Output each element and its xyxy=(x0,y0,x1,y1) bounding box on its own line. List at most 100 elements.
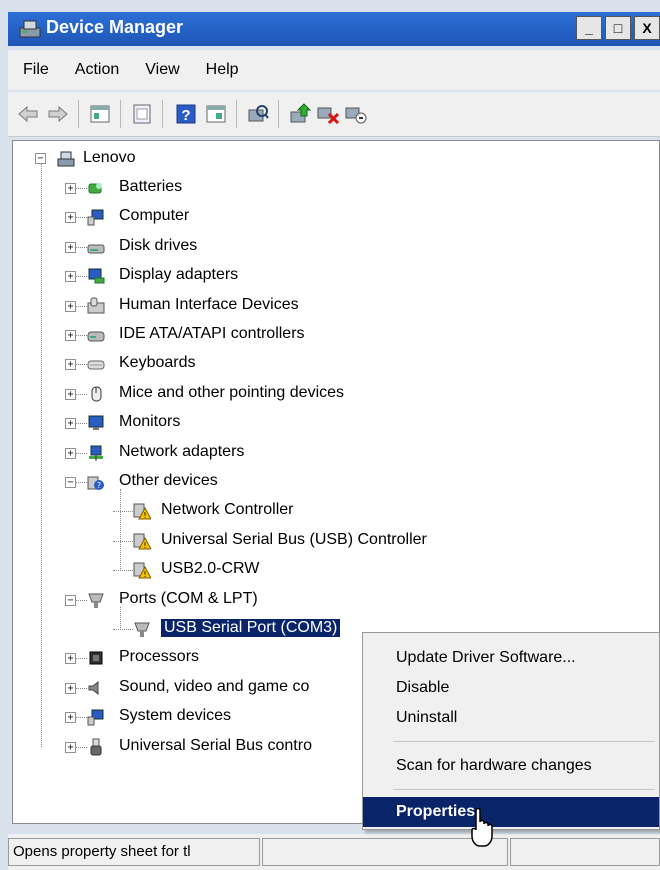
expand-toggle[interactable]: + xyxy=(65,683,76,694)
tree-connector xyxy=(113,541,133,542)
expand-toggle[interactable]: + xyxy=(65,418,76,429)
window-title: Device Manager xyxy=(46,17,184,37)
tree-item-label[interactable]: Display adapters xyxy=(119,266,238,284)
tree-item-label[interactable]: Network Controller xyxy=(161,501,293,519)
warning-device-icon: ! xyxy=(133,562,151,579)
expand-toggle[interactable]: + xyxy=(65,271,76,282)
system-device-icon xyxy=(87,709,104,726)
menu-action[interactable]: Action xyxy=(64,61,130,79)
tree-item-label[interactable]: IDE ATA/ATAPI controllers xyxy=(119,325,305,343)
tree-item-label[interactable]: Universal Serial Bus (USB) Controller xyxy=(161,531,427,549)
menu-scan-hardware-changes[interactable]: Scan for hardware changes xyxy=(363,751,659,781)
menu-view[interactable]: View xyxy=(134,61,190,79)
tree-connector xyxy=(113,629,133,630)
sound-icon xyxy=(88,680,99,696)
menu-separator xyxy=(393,789,655,790)
tree-connector xyxy=(76,306,87,307)
expand-toggle[interactable]: + xyxy=(65,242,76,253)
tree-item-label[interactable]: Human Interface Devices xyxy=(119,296,299,314)
tree-item-label[interactable]: Computer xyxy=(119,207,189,225)
tree-connector xyxy=(76,217,87,218)
back-arrow-icon[interactable] xyxy=(16,102,40,126)
display-adapter-icon xyxy=(88,268,105,284)
battery-icon xyxy=(88,183,102,194)
minimize-button[interactable]: _ xyxy=(576,16,602,40)
menu-uninstall[interactable]: Uninstall xyxy=(363,703,659,733)
forward-arrow-icon[interactable] xyxy=(46,102,70,126)
tree-connector xyxy=(76,364,87,365)
expand-toggle[interactable]: − xyxy=(65,595,76,606)
disable-icon[interactable] xyxy=(344,102,368,126)
menu-bar: File Action View Help xyxy=(8,50,660,90)
update-driver-icon[interactable] xyxy=(288,102,312,126)
toolbar-separator xyxy=(236,100,237,128)
tree-connector xyxy=(113,570,133,571)
tree-item-label[interactable]: Universal Serial Bus contro xyxy=(119,737,312,755)
expand-toggle[interactable]: + xyxy=(65,448,76,459)
maximize-button[interactable]: □ xyxy=(605,16,631,40)
expand-toggle[interactable]: − xyxy=(65,477,76,488)
disk-icon xyxy=(87,244,105,254)
tree-connector xyxy=(76,482,87,483)
processor-icon xyxy=(89,651,103,665)
warning-device-icon: ! xyxy=(133,533,151,550)
tree-item-label[interactable]: USB2.0-CRW xyxy=(161,560,259,578)
keyboard-icon xyxy=(87,360,105,370)
context-menu: Update Driver Software... Disable Uninst… xyxy=(362,632,660,830)
expand-toggle[interactable]: + xyxy=(65,653,76,664)
expand-toggle[interactable]: + xyxy=(65,712,76,723)
network-adapter-icon xyxy=(89,445,103,461)
menu-properties[interactable]: Properties xyxy=(363,797,659,827)
device-manager-app-icon xyxy=(19,20,41,38)
computer-root-icon xyxy=(57,151,75,167)
tree-item-label[interactable]: Monitors xyxy=(119,413,180,431)
menu-disable[interactable]: Disable xyxy=(363,673,659,703)
status-bar: Opens property sheet for tl xyxy=(8,834,660,870)
tree-connector xyxy=(76,600,87,601)
title-bar[interactable]: Device Manager _ □ X xyxy=(8,12,660,46)
tree-item-label[interactable]: Sound, video and game co xyxy=(119,678,309,696)
collapse-toggle-root[interactable]: − xyxy=(35,153,46,164)
properties-sheet-icon[interactable] xyxy=(88,102,112,126)
expand-toggle[interactable]: + xyxy=(65,301,76,312)
port-icon xyxy=(88,593,104,608)
expand-toggle[interactable]: + xyxy=(65,389,76,400)
tree-item-label[interactable]: Network adapters xyxy=(119,443,244,461)
tree-connector xyxy=(76,717,87,718)
menu-help[interactable]: Help xyxy=(195,61,250,79)
menu-update-driver-software[interactable]: Update Driver Software... xyxy=(363,643,659,673)
help-icon[interactable]: ? xyxy=(174,102,198,126)
computer-icon xyxy=(87,209,104,226)
window-icon[interactable] xyxy=(130,102,154,126)
expand-toggle[interactable]: + xyxy=(65,212,76,223)
ide-icon xyxy=(87,331,105,342)
tree-item-label[interactable]: Keyboards xyxy=(119,354,196,372)
tree-item-label[interactable]: Disk drives xyxy=(119,237,197,255)
close-button[interactable]: X xyxy=(634,16,660,40)
tree-connector xyxy=(76,658,87,659)
expand-toggle[interactable]: + xyxy=(65,742,76,753)
expand-toggle[interactable]: + xyxy=(65,359,76,370)
status-cell-main: Opens property sheet for tl xyxy=(8,838,260,866)
tree-item-label[interactable]: Batteries xyxy=(119,178,182,196)
toolbar-separator xyxy=(78,100,79,128)
tree-item-label[interactable]: Mice and other pointing devices xyxy=(119,384,344,402)
uninstall-icon[interactable] xyxy=(316,102,340,126)
monitor-icon xyxy=(88,415,104,430)
menu-file[interactable]: File xyxy=(12,61,60,79)
details-icon[interactable] xyxy=(204,102,228,126)
tree-root-label[interactable]: Lenovo xyxy=(83,149,136,167)
tree-connector xyxy=(76,188,87,189)
svg-text:!: ! xyxy=(143,570,146,579)
tree-connector xyxy=(120,607,121,630)
expand-toggle[interactable]: + xyxy=(65,330,76,341)
tree-item-label[interactable]: Ports (COM & LPT) xyxy=(119,590,258,608)
tree-connector xyxy=(41,164,42,747)
tree-item-label[interactable]: System devices xyxy=(119,707,231,725)
tree-item-label[interactable]: Processors xyxy=(119,648,199,666)
tree-item-label[interactable]: USB Serial Port (COM3) xyxy=(159,618,342,638)
hid-icon xyxy=(87,297,105,314)
tree-item-label[interactable]: Other devices xyxy=(119,472,218,490)
scan-hardware-icon[interactable] xyxy=(246,102,270,126)
expand-toggle[interactable]: + xyxy=(65,183,76,194)
